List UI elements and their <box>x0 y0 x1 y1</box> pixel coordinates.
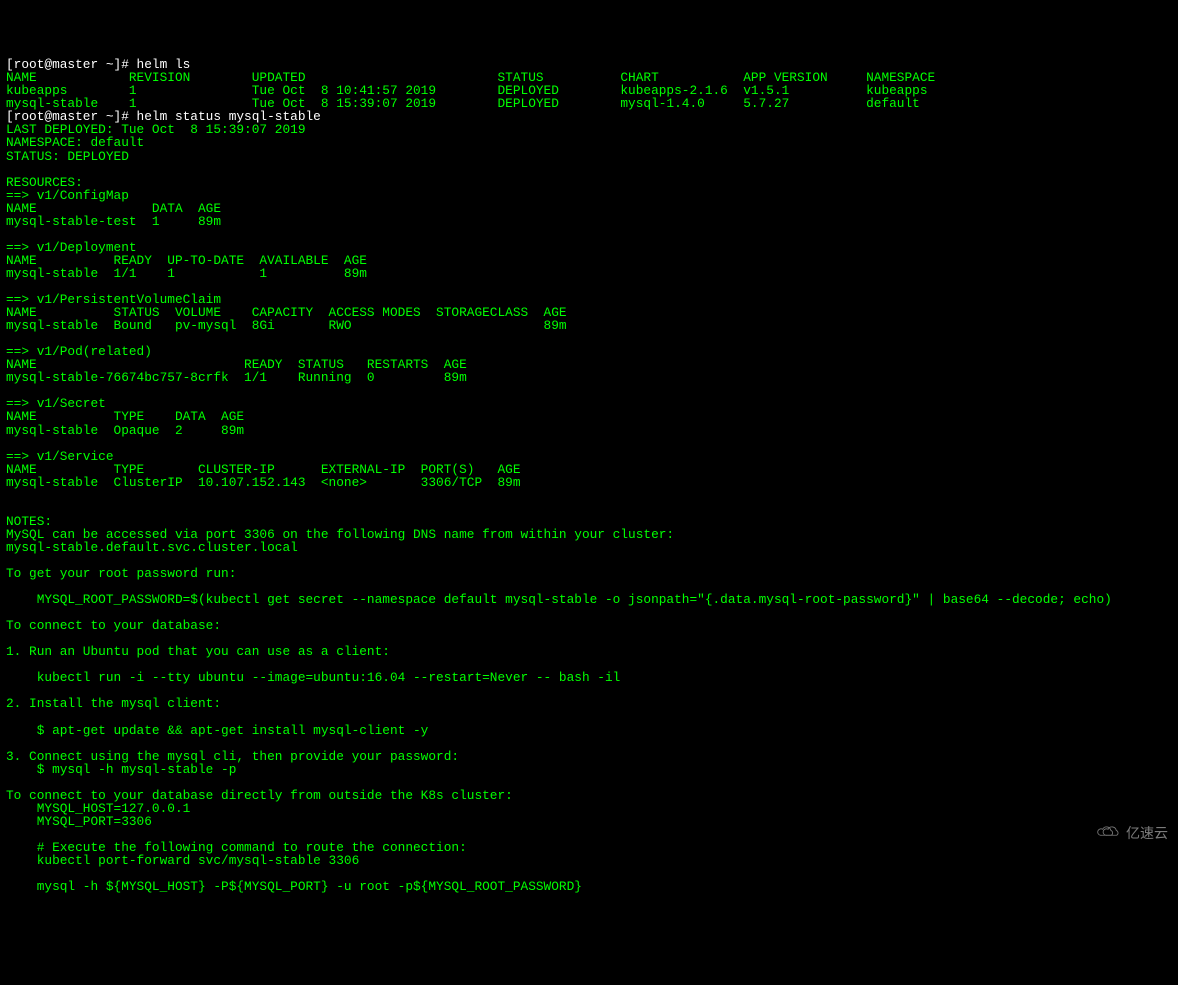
terminal-line: MYSQL_HOST=127.0.0.1 <box>6 802 1172 815</box>
terminal-line: LAST DEPLOYED: Tue Oct 8 15:39:07 2019 <box>6 123 1172 136</box>
terminal-line: MySQL can be accessed via port 3306 on t… <box>6 528 1172 541</box>
terminal-line: mysql-stable 1/1 1 1 89m <box>6 267 1172 280</box>
watermark-text: 亿速云 <box>1126 826 1168 840</box>
terminal-line <box>6 163 1172 176</box>
terminal-line: NAMESPACE: default <box>6 136 1172 149</box>
terminal-line <box>6 737 1172 750</box>
terminal-line: To get your root password run: <box>6 567 1172 580</box>
terminal-line: NOTES: <box>6 515 1172 528</box>
watermark-badge: 亿速云 <box>1078 810 1168 857</box>
cloud-icon <box>1078 810 1120 857</box>
terminal-line: ==> v1/ConfigMap <box>6 189 1172 202</box>
terminal-line <box>6 711 1172 724</box>
terminal-line <box>6 867 1172 880</box>
terminal-line: kubectl port-forward svc/mysql-stable 33… <box>6 854 1172 867</box>
terminal-line: mysql-stable-test 1 89m <box>6 215 1172 228</box>
terminal-line: $ apt-get update && apt-get install mysq… <box>6 724 1172 737</box>
terminal-line <box>6 489 1172 502</box>
terminal-line: mysql-stable Opaque 2 89m <box>6 424 1172 437</box>
terminal-line: ==> v1/Service <box>6 450 1172 463</box>
terminal-line: MYSQL_ROOT_PASSWORD=$(kubectl get secret… <box>6 593 1172 606</box>
terminal-line <box>6 776 1172 789</box>
terminal-line: 2. Install the mysql client: <box>6 697 1172 710</box>
terminal-line: mysql-stable ClusterIP 10.107.152.143 <n… <box>6 476 1172 489</box>
terminal-line <box>6 502 1172 515</box>
terminal-line: mysql-stable-76674bc757-8crfk 1/1 Runnin… <box>6 371 1172 384</box>
terminal-output: [root@master ~]# helm lsNAME REVISION UP… <box>6 58 1172 893</box>
terminal-line: RESOURCES: <box>6 176 1172 189</box>
terminal-line: ==> v1/Deployment <box>6 241 1172 254</box>
terminal-line <box>6 384 1172 397</box>
terminal-line: To connect to your database directly fro… <box>6 789 1172 802</box>
terminal-line: 3. Connect using the mysql cli, then pro… <box>6 750 1172 763</box>
terminal-line <box>6 437 1172 450</box>
terminal-line: NAME DATA AGE <box>6 202 1172 215</box>
terminal-line: mysql-stable Bound pv-mysql 8Gi RWO 89m <box>6 319 1172 332</box>
terminal-line: MYSQL_PORT=3306 <box>6 815 1172 828</box>
terminal-line: STATUS: DEPLOYED <box>6 150 1172 163</box>
terminal-line: NAME READY UP-TO-DATE AVAILABLE AGE <box>6 254 1172 267</box>
terminal-line: kubectl run -i --tty ubuntu --image=ubun… <box>6 671 1172 684</box>
terminal-line <box>6 228 1172 241</box>
terminal-line: NAME TYPE DATA AGE <box>6 410 1172 423</box>
terminal-line: NAME TYPE CLUSTER-IP EXTERNAL-IP PORT(S)… <box>6 463 1172 476</box>
terminal-line: 1. Run an Ubuntu pod that you can use as… <box>6 645 1172 658</box>
terminal-line <box>6 332 1172 345</box>
terminal-line: $ mysql -h mysql-stable -p <box>6 763 1172 776</box>
terminal-line: To connect to your database: <box>6 619 1172 632</box>
terminal-line: mysql-stable.default.svc.cluster.local <box>6 541 1172 554</box>
terminal-line: mysql -h ${MYSQL_HOST} -P${MYSQL_PORT} -… <box>6 880 1172 893</box>
